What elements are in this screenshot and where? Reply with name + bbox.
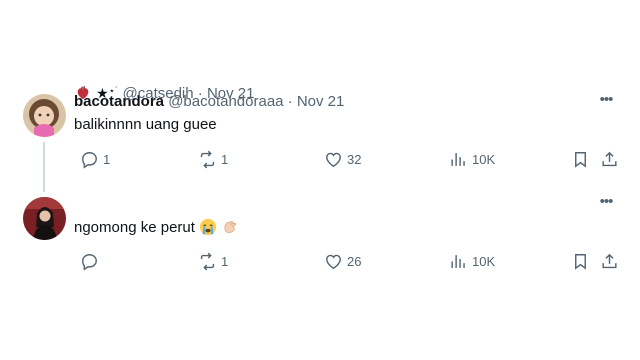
views-button[interactable]: 10K <box>449 147 495 171</box>
bookmark-button[interactable] <box>571 249 590 273</box>
name-decoration[interactable]: ★⋆˙ <box>74 85 123 102</box>
avatar[interactable] <box>23 197 66 240</box>
thread-connector-line <box>43 142 45 192</box>
anatomical-heart-icon <box>77 86 89 100</box>
more-options-icon[interactable]: ••• <box>596 92 616 111</box>
tweet-actions: 1 1 32 10K <box>74 147 618 171</box>
reply-thread: bacotandora @bacotandoraaa · Nov 21 ••• … <box>6 83 634 288</box>
share-icon <box>602 151 617 166</box>
retweet-button[interactable]: 1 <box>198 249 228 273</box>
share-icon <box>602 253 617 268</box>
retweet-icon <box>200 150 215 168</box>
like-button[interactable]: 32 <box>324 147 361 171</box>
sparkle-icon: ⋆˙ <box>108 86 119 97</box>
separator-dot: · <box>197 85 203 102</box>
tweet-text-content: ngomong ke perut <box>74 219 195 236</box>
like-count: 32 <box>347 151 362 167</box>
tweet-text: ngomong ke perut <box>74 218 239 238</box>
reply-button[interactable] <box>80 249 103 273</box>
like-count: 26 <box>347 253 362 269</box>
avatar[interactable] <box>23 94 66 137</box>
tweet-date[interactable]: Nov 21 <box>207 85 255 102</box>
tweet-date[interactable]: Nov 21 <box>297 93 345 110</box>
views-icon <box>451 254 465 268</box>
tweet-header: ★⋆˙ @catsedih · Nov 21 <box>74 83 254 103</box>
user-handle[interactable]: @catsedih <box>123 85 194 102</box>
bookmark-icon <box>575 253 586 270</box>
heart-icon <box>326 152 341 167</box>
retweet-icon <box>200 252 215 270</box>
tweet-catsedih[interactable] <box>6 188 634 288</box>
star-icon: ★ <box>96 85 109 101</box>
avatar-image <box>23 94 66 137</box>
reply-button[interactable]: 1 <box>80 147 110 171</box>
reply-icon <box>82 253 97 271</box>
tweet-text: balikinnnn uang guee <box>74 116 217 133</box>
separator-dot: · <box>287 93 293 110</box>
bookmark-icon <box>575 151 586 168</box>
reply-count: 1 <box>103 151 111 167</box>
views-button[interactable]: 10K <box>449 249 495 273</box>
loudly-crying-face-icon <box>199 218 217 236</box>
reply-icon <box>82 151 97 169</box>
retweet-count: 1 <box>221 151 229 167</box>
avatar-image <box>23 197 66 240</box>
like-button[interactable]: 26 <box>324 249 361 273</box>
bookmark-button[interactable] <box>571 147 590 171</box>
views-icon <box>451 152 465 166</box>
pinching-hand-icon <box>224 221 237 233</box>
heart-icon <box>326 254 341 269</box>
views-count: 10K <box>472 151 496 167</box>
share-button[interactable] <box>600 249 619 273</box>
retweet-count: 1 <box>221 253 229 269</box>
more-options-icon[interactable]: ••• <box>596 194 616 213</box>
share-button[interactable] <box>600 147 619 171</box>
retweet-button[interactable]: 1 <box>198 147 228 171</box>
tweet-actions: 1 26 10K <box>74 249 618 273</box>
views-count: 10K <box>472 253 496 269</box>
